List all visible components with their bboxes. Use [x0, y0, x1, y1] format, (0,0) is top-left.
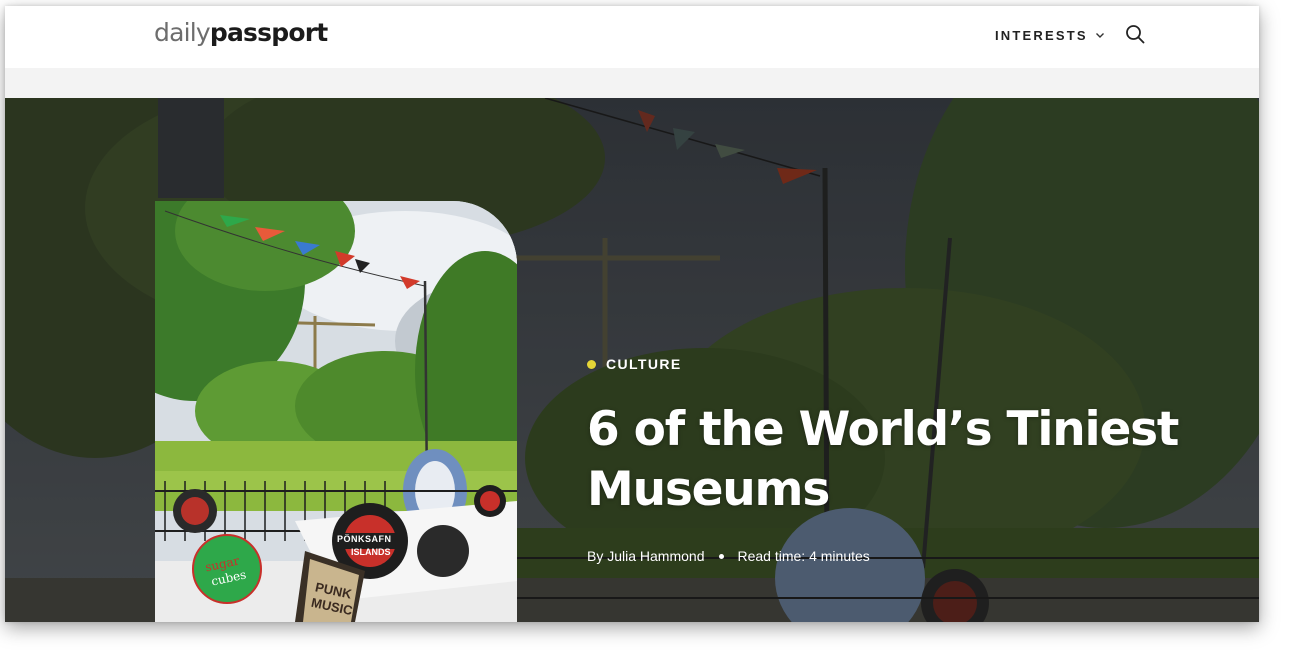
- sign-ponksafn: PÖNKSAFN: [337, 534, 392, 544]
- chevron-down-icon: [1095, 33, 1104, 38]
- category-tag[interactable]: CULTURE: [587, 356, 682, 372]
- search-icon[interactable]: [1124, 23, 1146, 45]
- article-thumbnail-image[interactable]: sugar cubes PÖNKSAFN ISLANDS PUNK MUSIC: [155, 201, 517, 622]
- interests-menu-button[interactable]: INTERESTS: [995, 25, 1106, 45]
- article-meta: By Julia Hammond Read time: 4 minutes: [587, 548, 870, 564]
- sign-islands: ISLANDS: [351, 547, 391, 557]
- browser-frame: dailypassport INTERESTS sugar cubes PÖNK…: [5, 6, 1259, 622]
- site-logo[interactable]: dailypassport: [154, 18, 328, 48]
- logo-part-passport: passport: [209, 18, 328, 47]
- hero-banner[interactable]: sugar cubes PÖNKSAFN ISLANDS PUNK MUSIC …: [5, 98, 1259, 622]
- meta-separator: [718, 553, 724, 559]
- category-label: CULTURE: [606, 356, 682, 372]
- article-read-time: Read time: 4 minutes: [737, 548, 870, 564]
- article-author[interactable]: By Julia Hammond: [587, 548, 705, 564]
- logo-part-daily: daily: [154, 18, 211, 47]
- interests-label: INTERESTS: [995, 27, 1088, 43]
- site-header: dailypassport INTERESTS: [5, 6, 1259, 68]
- article-title[interactable]: 6 of the World’s Tiniest Museums: [587, 400, 1227, 520]
- category-dot: [587, 359, 596, 369]
